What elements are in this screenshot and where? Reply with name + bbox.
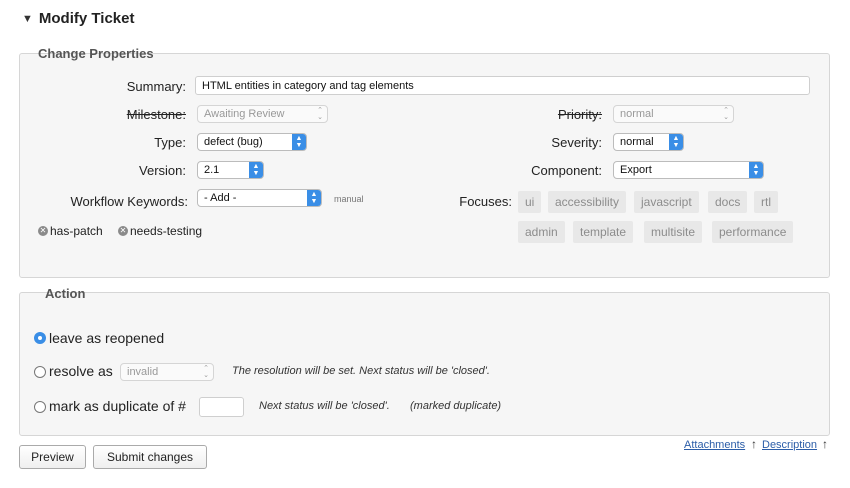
component-value: Export (620, 164, 652, 176)
version-value: 2.1 (204, 164, 220, 176)
priority-label: Priority: (557, 107, 602, 122)
focus-tag-docs[interactable]: docs (708, 191, 748, 213)
manual-note: manual (334, 194, 364, 204)
severity-select[interactable]: normal ▲ ▼ (613, 133, 684, 151)
milestone-select: Awaiting Review ⌃ ⌄ (197, 105, 328, 123)
resolve-label[interactable]: resolve as (49, 363, 113, 379)
up-arrow-icon: ↑ (822, 437, 828, 451)
collapse-triangle-icon[interactable]: ▼ (22, 13, 33, 25)
change-properties-legend: Change Properties (38, 46, 154, 61)
select-arrows-icon: ▲ ▼ (249, 162, 263, 178)
workflow-keywords-value: - Add - (204, 192, 237, 204)
remove-keyword-icon[interactable]: ✕ (38, 226, 48, 236)
type-select[interactable]: defect (bug) ▲ ▼ (197, 133, 307, 151)
keyword-needs-testing[interactable]: ✕ needs-testing (118, 224, 202, 238)
focus-tag-javascript[interactable]: javascript (634, 191, 699, 213)
resolution-value: invalid (127, 366, 159, 378)
priority-select: normal ⌃ ⌄ (613, 105, 734, 123)
submit-changes-button[interactable]: Submit changes (93, 445, 207, 469)
duplicate-marked-note: (marked duplicate) (410, 400, 502, 412)
leave-radio[interactable] (34, 332, 46, 344)
milestone-label: Milestone: (126, 107, 186, 122)
duplicate-radio[interactable] (34, 401, 46, 413)
select-arrows-icon: ▲ ▼ (749, 162, 763, 178)
type-label: Type: (154, 135, 186, 150)
focus-tag-ui[interactable]: ui (518, 191, 542, 213)
milestone-value: Awaiting Review (204, 108, 285, 120)
attachments-link[interactable]: Attachments (684, 439, 745, 451)
workflow-keywords-select[interactable]: - Add - ▲ ▼ (197, 189, 322, 207)
type-value: defect (bug) (204, 136, 263, 148)
focus-tag-accessibility[interactable]: accessibility (548, 191, 627, 213)
focus-tag-rtl[interactable]: rtl (754, 191, 778, 213)
summary-input[interactable]: HTML entities in category and tag elemen… (195, 76, 810, 95)
duplicate-label[interactable]: mark as duplicate of # (49, 398, 186, 414)
keyword-label: needs-testing (130, 224, 203, 238)
focus-tag-template[interactable]: template (573, 221, 634, 243)
focuses-label: Focuses: (459, 194, 512, 209)
remove-keyword-icon[interactable]: ✕ (118, 226, 128, 236)
select-arrows-icon: ⌃ ⌄ (317, 107, 323, 121)
resolve-radio[interactable] (34, 366, 46, 378)
select-arrows-icon: ▲ ▼ (669, 134, 683, 150)
duplicate-ticket-input[interactable] (199, 397, 244, 417)
version-label: Version: (139, 163, 186, 178)
preview-button[interactable]: Preview (19, 445, 86, 469)
action-legend: Action (45, 286, 86, 301)
resolution-select[interactable]: invalid ⌃ ⌄ (120, 363, 214, 381)
duplicate-note: Next status will be 'closed'. (259, 400, 390, 412)
up-arrow-icon: ↑ (751, 437, 757, 451)
leave-label[interactable]: leave as reopened (49, 330, 164, 346)
severity-value: normal (620, 136, 654, 148)
workflow-keywords-label: Workflow Keywords: (70, 194, 188, 209)
component-label: Component: (531, 163, 602, 178)
select-arrows-icon: ▲ ▼ (307, 190, 321, 206)
version-select[interactable]: 2.1 ▲ ▼ (197, 161, 264, 179)
focus-tag-admin[interactable]: admin (518, 221, 565, 243)
select-arrows-icon: ▲ ▼ (292, 134, 306, 150)
summary-label: Summary: (126, 79, 186, 94)
keyword-label: has-patch (50, 224, 103, 238)
priority-value: normal (620, 108, 654, 120)
focus-tag-performance[interactable]: performance (712, 221, 794, 243)
severity-label: Severity: (551, 135, 602, 150)
focus-tag-multisite[interactable]: multisite (644, 221, 703, 243)
component-select[interactable]: Export ▲ ▼ (613, 161, 764, 179)
select-arrows-icon: ⌃ ⌄ (203, 365, 209, 379)
keyword-has-patch[interactable]: ✕ has-patch (38, 224, 103, 238)
resolve-note: The resolution will be set. Next status … (232, 365, 490, 377)
select-arrows-icon: ⌃ ⌄ (723, 107, 729, 121)
description-link[interactable]: Description (762, 439, 817, 451)
modify-ticket-title: Modify Ticket (38, 10, 135, 27)
modify-ticket-header[interactable]: ▼ Modify Ticket (22, 10, 134, 27)
